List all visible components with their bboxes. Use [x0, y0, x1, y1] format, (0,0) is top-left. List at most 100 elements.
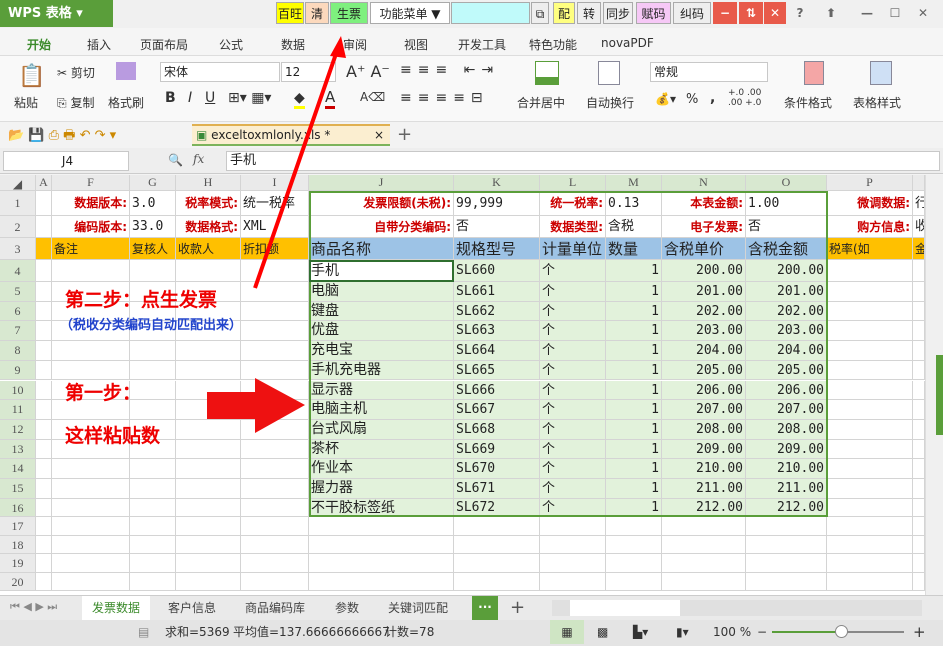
row-header-9[interactable]: 9 [0, 360, 36, 381]
empty-cell[interactable] [176, 260, 241, 282]
empty-cell[interactable] [52, 554, 130, 573]
item-cell[interactable]: 1 [606, 479, 662, 499]
empty-cell[interactable] [36, 360, 52, 381]
empty-cell[interactable] [241, 260, 309, 282]
menu-tab-3[interactable]: 公式 [219, 36, 243, 53]
row-header-19[interactable]: 19 [0, 554, 36, 573]
empty-cell[interactable] [827, 554, 913, 573]
item-cell[interactable]: 1 [606, 419, 662, 440]
empty-cell[interactable] [540, 554, 606, 573]
row-header-2[interactable]: 2 [0, 216, 36, 238]
cell-K2[interactable]: 否 [454, 216, 540, 238]
empty-cell[interactable] [36, 535, 52, 555]
empty-cell[interactable] [913, 535, 925, 555]
zoom-out-button[interactable]: − [757, 620, 767, 644]
quick-button-2[interactable]: 生票 [330, 2, 368, 24]
empty-cell[interactable] [176, 380, 241, 401]
empty-cell[interactable] [827, 260, 913, 282]
empty-cell[interactable] [241, 459, 309, 479]
cell-M2[interactable]: 含税 [606, 216, 662, 238]
cell-H2[interactable]: 数据格式: [176, 216, 241, 238]
sheet-tab-2[interactable]: 商品编码库 [235, 596, 315, 620]
empty-cell[interactable] [36, 341, 52, 361]
item-cell[interactable]: 个 [540, 341, 606, 361]
empty-cell[interactable] [130, 498, 176, 518]
close-tab-icon[interactable]: × [374, 128, 384, 142]
empty-cell[interactable] [540, 517, 606, 536]
row-header-4[interactable]: 4 [0, 260, 36, 282]
column-header-next[interactable] [913, 175, 925, 191]
item-cell[interactable]: 211.00 [746, 479, 827, 499]
maximize-button[interactable]: ☐ [886, 2, 904, 24]
cell-N3[interactable]: 含税单价 [662, 238, 746, 260]
cell-H1[interactable]: 税率模式: [176, 191, 241, 216]
empty-cell[interactable] [176, 517, 241, 536]
item-cell[interactable]: 203.00 [662, 321, 746, 342]
empty-cell[interactable] [241, 360, 309, 381]
item-cell[interactable]: SL672 [454, 498, 540, 518]
empty-cell[interactable] [913, 459, 925, 479]
column-header-F[interactable]: F [52, 175, 130, 191]
empty-cell[interactable] [241, 572, 309, 592]
row-header-15[interactable]: 15 [0, 479, 36, 499]
item-cell[interactable]: 206.00 [662, 380, 746, 401]
cell-I2[interactable]: XML [241, 216, 309, 238]
empty-cell[interactable] [241, 301, 309, 322]
item-cell[interactable]: 204.00 [746, 341, 827, 361]
item-name-cell[interactable]: 显示器 [309, 380, 454, 401]
menu-tab-0[interactable]: 开始 [27, 36, 51, 53]
item-cell[interactable]: 208.00 [662, 419, 746, 440]
empty-cell[interactable] [827, 439, 913, 460]
empty-cell[interactable] [36, 260, 52, 282]
empty-cell[interactable] [130, 341, 176, 361]
column-header-O[interactable]: O [746, 175, 827, 191]
item-cell[interactable]: SL661 [454, 282, 540, 302]
empty-cell[interactable] [913, 380, 925, 401]
menu-tab-1[interactable]: 插入 [87, 36, 111, 53]
empty-cell[interactable] [176, 554, 241, 573]
item-cell[interactable]: 210.00 [662, 459, 746, 479]
item-name-cell[interactable]: 优盘 [309, 321, 454, 342]
empty-cell[interactable] [36, 439, 52, 460]
cut-button[interactable]: ✂ 剪切 [57, 64, 95, 81]
number-format-select[interactable]: 常规 [650, 62, 768, 82]
empty-cell[interactable] [454, 554, 540, 573]
empty-cell[interactable] [52, 517, 130, 536]
cell-next2[interactable]: 收 [913, 216, 925, 238]
currency-button[interactable]: 💰▾ [655, 92, 676, 106]
sheet-nav-arrows[interactable]: ⏮ ◀ ▶ ⏭ [10, 600, 57, 614]
column-header-I[interactable]: I [241, 175, 309, 191]
empty-cell[interactable] [827, 301, 913, 322]
font-color-button[interactable]: A [325, 88, 336, 109]
item-cell[interactable]: 个 [540, 459, 606, 479]
empty-cell[interactable] [176, 400, 241, 420]
item-cell[interactable]: 210.00 [746, 459, 827, 479]
empty-cell[interactable] [746, 535, 827, 555]
empty-cell[interactable] [241, 517, 309, 536]
new-tab-button[interactable]: + [397, 124, 412, 145]
row-header-3[interactable]: 3 [0, 238, 36, 260]
sort-button[interactable]: ⇅ [739, 2, 763, 24]
cell-H3[interactable]: 收款人 [176, 238, 241, 260]
quick-button-8[interactable]: 同步 [603, 2, 633, 24]
empty-cell[interactable] [241, 321, 309, 342]
item-cell[interactable]: SL660 [454, 260, 540, 282]
item-cell[interactable]: 1 [606, 321, 662, 342]
item-cell[interactable]: 个 [540, 260, 606, 282]
font-size-select[interactable]: 12 [281, 62, 336, 82]
file-tab[interactable]: ▣ exceltoxmlonly.xls * × [192, 124, 390, 146]
empty-cell[interactable] [36, 400, 52, 420]
item-cell[interactable]: 个 [540, 360, 606, 381]
item-cell[interactable]: 个 [540, 419, 606, 440]
empty-cell[interactable] [36, 479, 52, 499]
item-cell[interactable]: 205.00 [662, 360, 746, 381]
item-cell[interactable]: 1 [606, 260, 662, 282]
empty-cell[interactable] [913, 572, 925, 592]
item-cell[interactable]: 1 [606, 380, 662, 401]
empty-cell[interactable] [36, 419, 52, 440]
help-button[interactable]: ? [790, 2, 810, 24]
empty-cell[interactable] [36, 459, 52, 479]
item-cell[interactable]: 212.00 [662, 498, 746, 518]
column-header-G[interactable]: G [130, 175, 176, 191]
menu-tab-2[interactable]: 页面布局 [140, 36, 188, 53]
